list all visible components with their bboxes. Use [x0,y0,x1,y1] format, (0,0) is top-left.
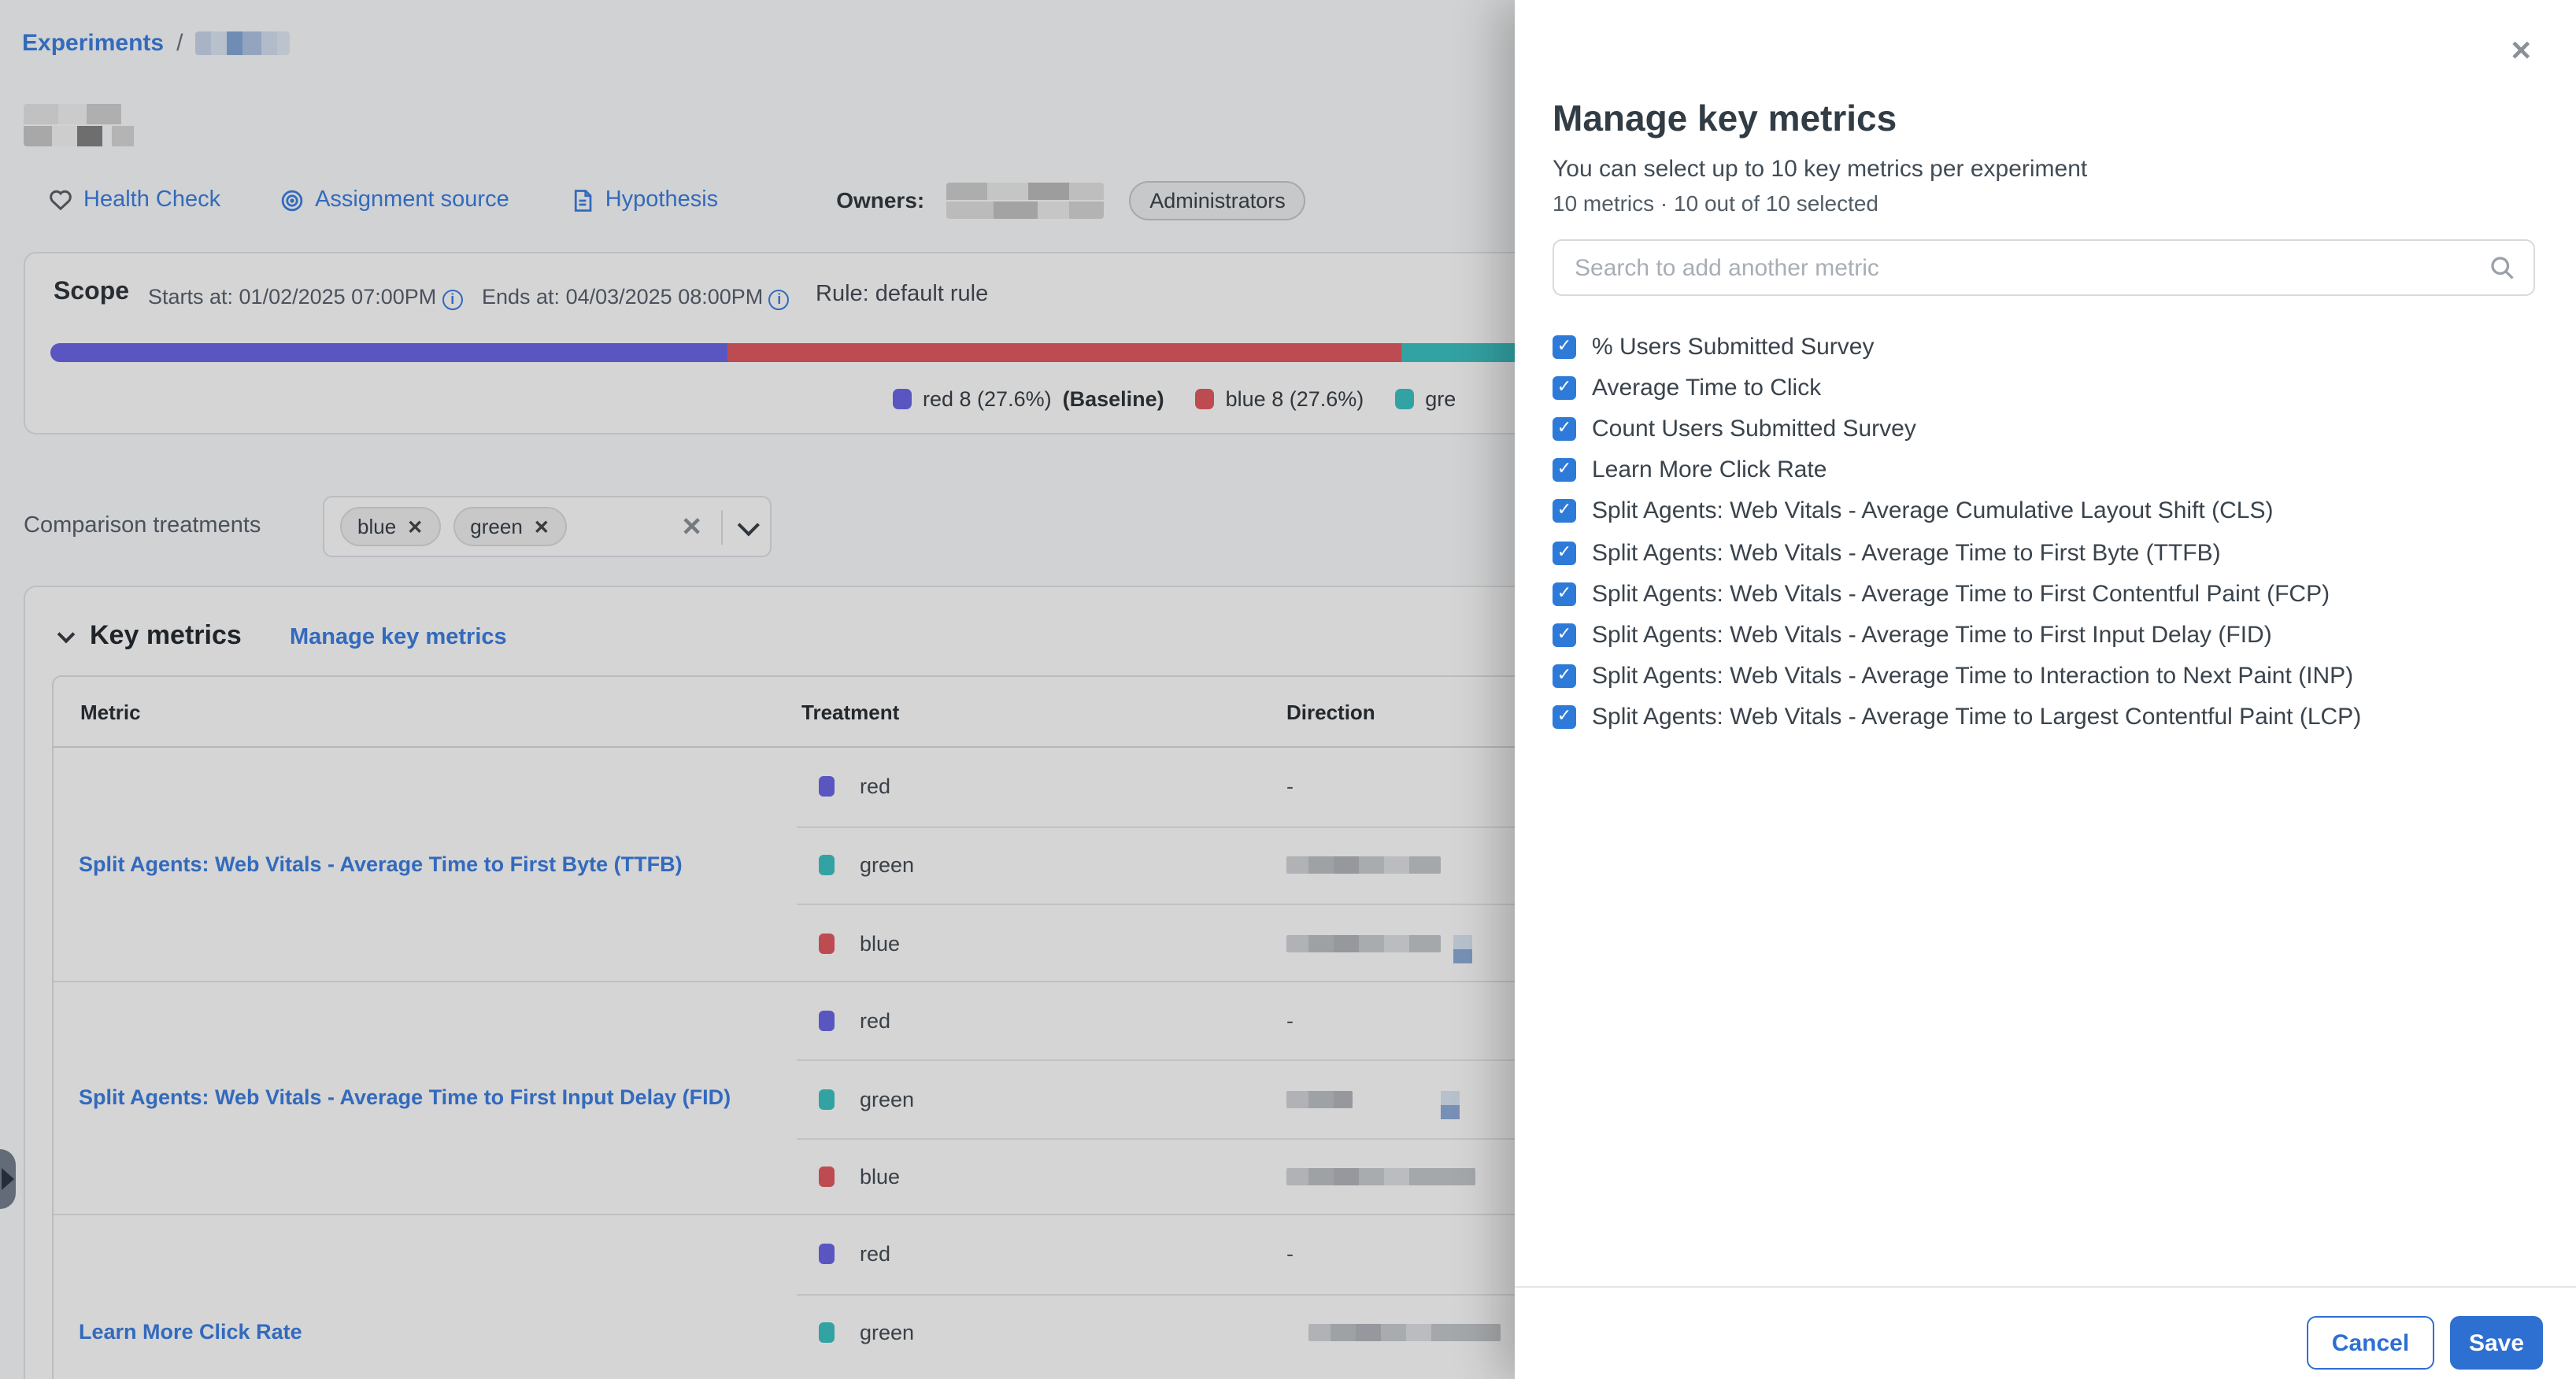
metric-checklist-item: ✓ Split Agents: Web Vitals - Average Time… [1553,697,2545,738]
checkbox-checked[interactable]: ✓ [1553,458,1576,482]
metric-search [1553,239,2535,296]
checkbox-checked[interactable]: ✓ [1553,664,1576,688]
metric-checklist-label: Average Time to Click [1592,375,1821,401]
checkbox-checked[interactable]: ✓ [1553,706,1576,730]
metric-checklist-label: Split Agents: Web Vitals - Average Time … [1592,539,2221,566]
metric-checklist-label: % Users Submitted Survey [1592,333,1874,360]
checkbox-checked[interactable]: ✓ [1553,376,1576,400]
search-icon [2488,253,2516,282]
metric-search-input[interactable] [1553,239,2535,296]
metric-checklist-label: Count Users Submitted Survey [1592,416,1916,442]
checkbox-checked[interactable]: ✓ [1553,500,1576,523]
panel-subtitle: You can select up to 10 key metrics per … [1553,156,2087,183]
metric-checklist-item: ✓ Split Agents: Web Vitals - Average Time… [1553,656,2545,697]
save-button[interactable]: Save [2450,1316,2543,1370]
metric-checklist-item: ✓ Split Agents: Web Vitals - Average Time… [1553,615,2545,656]
panel-count-line: 10 metrics · 10 out of 10 selected [1553,190,1878,216]
checkbox-checked[interactable]: ✓ [1553,417,1576,441]
metric-checklist-label: Split Agents: Web Vitals - Average Time … [1592,622,2272,649]
metric-checklist-label: Split Agents: Web Vitals - Average Cumul… [1592,498,2273,525]
checkbox-checked[interactable]: ✓ [1553,582,1576,605]
checkbox-checked[interactable]: ✓ [1553,623,1576,647]
metric-checklist-item: ✓ % Users Submitted Survey [1553,326,2545,367]
metric-checklist-label: Split Agents: Web Vitals - Average Time … [1592,704,2361,731]
metric-checklist-label: Split Agents: Web Vitals - Average Time … [1592,580,2330,607]
cancel-button[interactable]: Cancel [2307,1316,2434,1370]
checkbox-checked[interactable]: ✓ [1553,541,1576,564]
metric-checklist-item: ✓ Split Agents: Web Vitals - Average Time… [1553,532,2545,573]
metric-checklist-item: ✓ Average Time to Click [1553,367,2545,408]
panel-title: Manage key metrics [1553,98,1897,140]
metric-checklist: ✓ % Users Submitted Survey ✓ Average Time t… [1553,326,2545,738]
app-window: Experiments / Health Check Assignment so… [0,0,2576,1379]
metric-checklist-label: Learn More Click Rate [1592,457,1827,483]
metric-checklist-item: ✓ Split Agents: Web Vitals - Average Time… [1553,573,2545,614]
modal-dim-overlay[interactable] [0,0,1515,1379]
metric-checklist-item: ✓ Count Users Submitted Survey [1553,409,2545,449]
checkbox-checked[interactable]: ✓ [1553,335,1576,358]
metric-checklist-item: ✓ Learn More Click Rate [1553,449,2545,490]
metric-checklist-item: ✓ Split Agents: Web Vitals - Average Cumu… [1553,491,2545,532]
metric-checklist-label: Split Agents: Web Vitals - Average Time … [1592,663,2353,690]
close-icon[interactable]: ✕ [2510,38,2533,65]
